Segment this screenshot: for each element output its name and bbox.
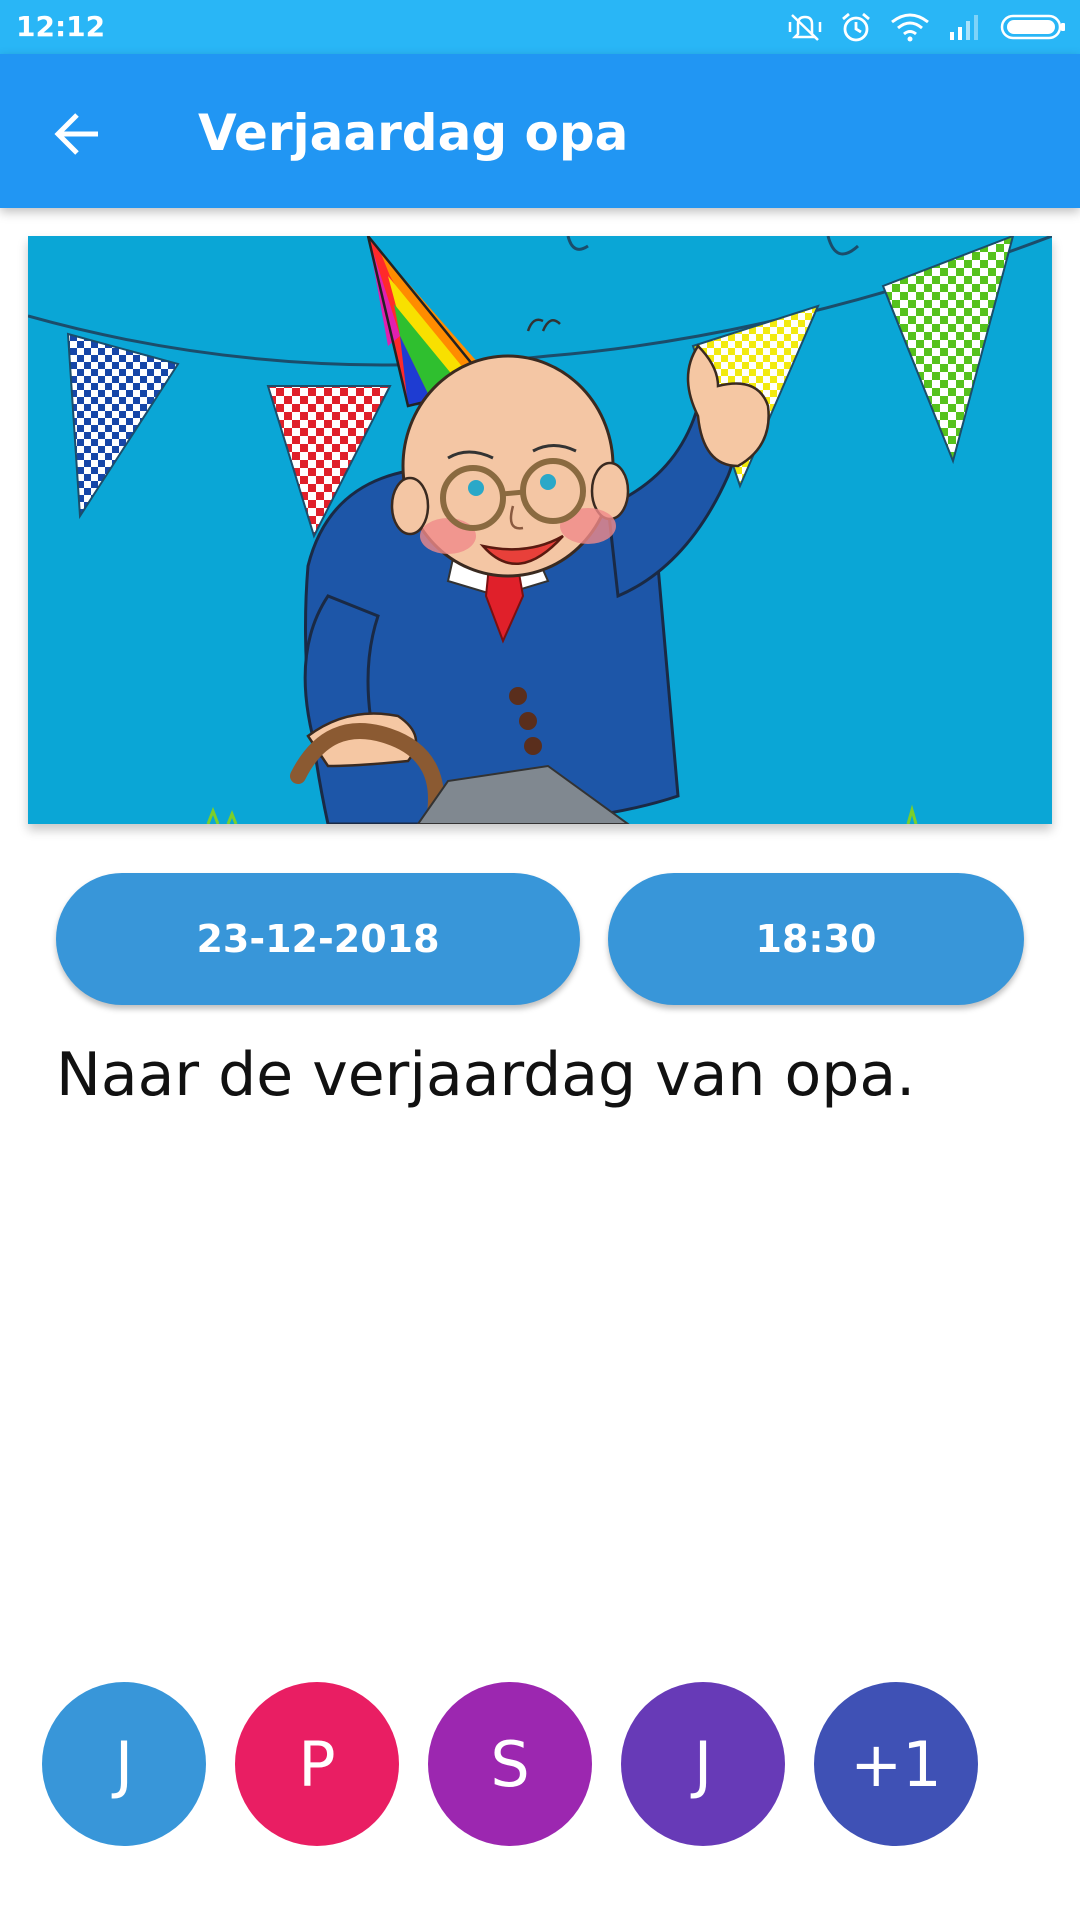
participant-avatar[interactable]: J [42, 1682, 206, 1846]
status-bar: 12:12 [0, 0, 1080, 54]
page-title: Verjaardag opa [198, 104, 629, 162]
mute-vibrate-icon [788, 14, 822, 41]
participant-avatar[interactable]: S [428, 1682, 592, 1846]
date-button[interactable]: 23-12-2018 [56, 873, 580, 1005]
event-description: Naar de verjaardag van opa. [56, 1040, 916, 1110]
status-icons [788, 10, 1066, 44]
alarm-icon [842, 12, 870, 42]
back-button[interactable] [38, 94, 118, 174]
status-time: 12:12 [16, 10, 106, 43]
participant-avatar[interactable]: J [621, 1682, 785, 1846]
arrow-back-icon [54, 113, 98, 155]
birthday-grandpa-illustration [28, 236, 1052, 824]
app-bar: Verjaardag opa [0, 54, 1080, 208]
signal-icon [950, 15, 978, 40]
participant-avatar[interactable]: P [235, 1682, 399, 1846]
event-image [28, 236, 1052, 824]
battery-icon [1000, 14, 1065, 40]
participant-more-avatar[interactable]: +1 [814, 1682, 978, 1846]
time-button[interactable]: 18:30 [608, 873, 1024, 1005]
wifi-icon [891, 13, 929, 42]
